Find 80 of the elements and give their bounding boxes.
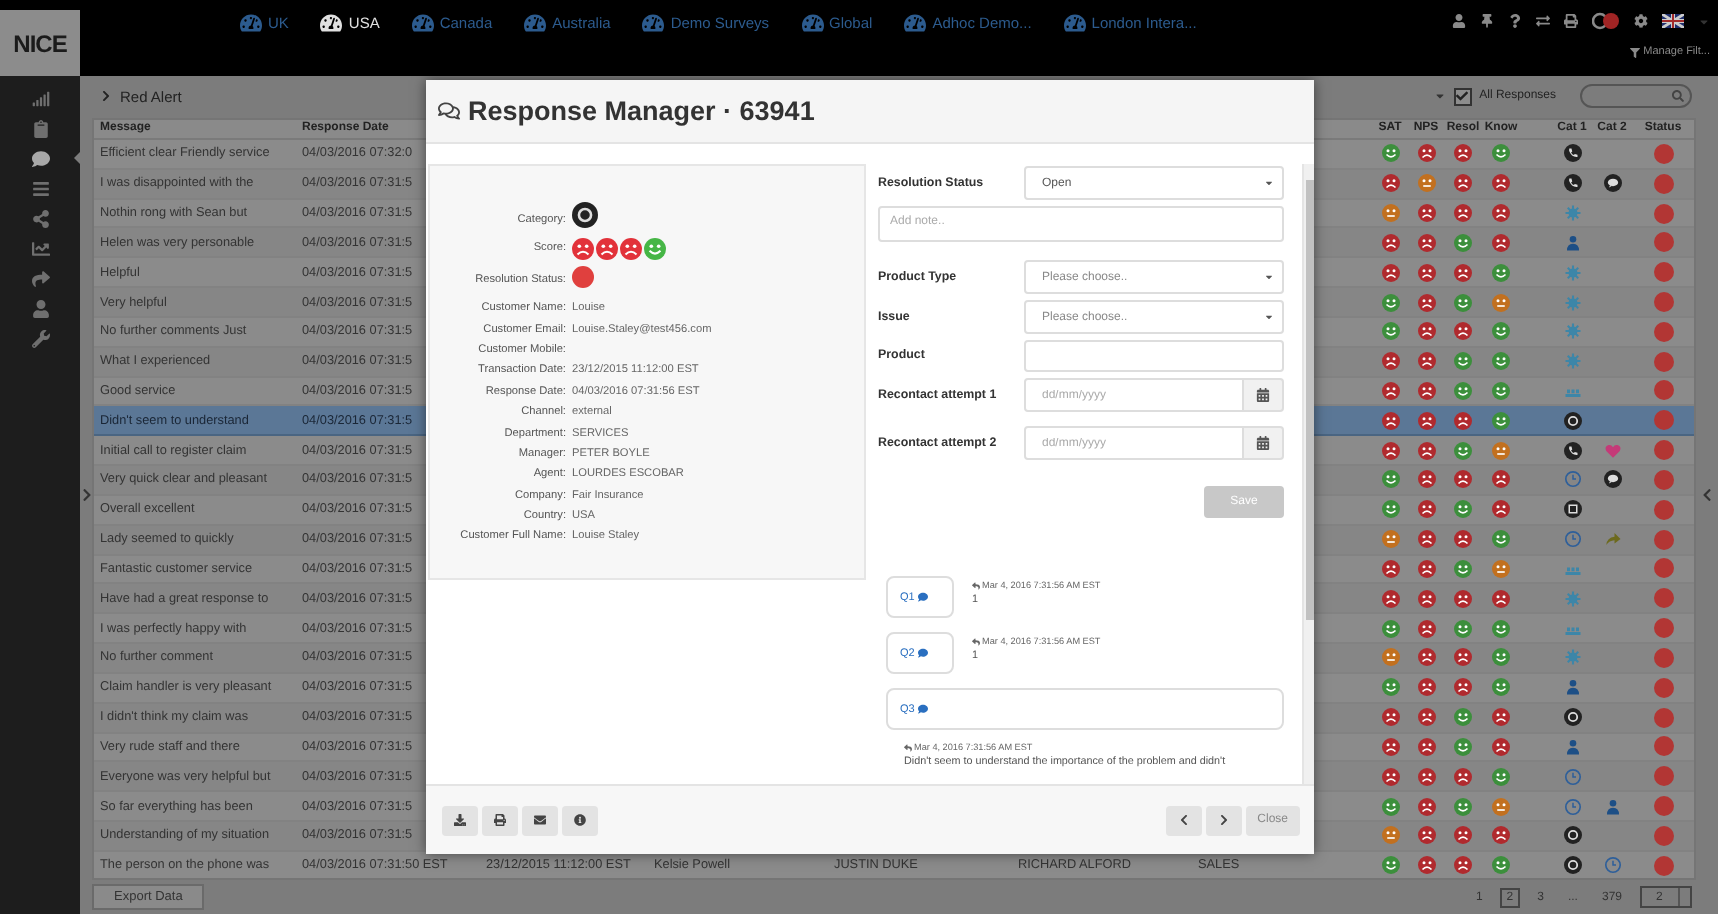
caret-icon — [1264, 178, 1274, 188]
chevron-icon[interactable] — [100, 90, 112, 103]
caret-icon — [1264, 312, 1274, 322]
calendar-icon — [1256, 436, 1270, 450]
print-icon[interactable] — [1564, 14, 1578, 28]
status-dot — [1653, 351, 1673, 372]
gauge-icon — [1063, 12, 1086, 34]
status-dot — [1653, 203, 1673, 224]
reply-icon — [972, 637, 980, 645]
calendar-button[interactable] — [1244, 426, 1284, 460]
gauge-icon — [904, 12, 927, 34]
flag-icon[interactable] — [1662, 14, 1684, 28]
status-dot — [1653, 499, 1673, 520]
status-dot — [1653, 855, 1673, 876]
info-button[interactable] — [562, 805, 598, 835]
status-dot — [1653, 440, 1673, 461]
checkbox[interactable] — [1453, 87, 1472, 106]
caret-icon — [1264, 272, 1274, 282]
download-button[interactable] — [442, 805, 478, 835]
previous-button[interactable] — [1165, 805, 1202, 835]
print-button[interactable] — [482, 805, 518, 835]
scrollbar[interactable] — [1302, 164, 1314, 784]
chevron-right-icon — [1217, 814, 1230, 826]
status-dot — [1653, 677, 1673, 698]
swap-icon[interactable] — [1536, 14, 1550, 28]
comment-icon — [918, 704, 929, 714]
status-dot — [1653, 766, 1673, 787]
dialog-title: Response Manager · 63941 — [468, 96, 815, 126]
status-dot — [1653, 825, 1673, 846]
status-dot — [1653, 173, 1673, 194]
comment-icon — [918, 592, 929, 602]
status-dot — [1653, 618, 1673, 639]
caret-icon[interactable] — [1433, 90, 1446, 103]
status-dot — [1653, 707, 1673, 728]
gauge-icon — [642, 12, 665, 34]
gauge-icon — [524, 12, 547, 34]
status-dot — [1653, 736, 1673, 757]
gauge-icon — [411, 12, 434, 34]
status-dot — [1653, 558, 1673, 579]
input-field[interactable] — [1024, 340, 1284, 372]
search-field[interactable] — [1580, 84, 1692, 109]
expand-chevron-icon[interactable] — [81, 488, 91, 502]
status-dot — [1653, 321, 1673, 342]
comment-icon — [918, 648, 929, 658]
help-icon[interactable] — [1508, 14, 1522, 28]
search-icon — [1672, 90, 1684, 103]
status-dot — [1653, 380, 1673, 401]
gauge-icon — [320, 12, 343, 34]
status-dot — [1653, 647, 1673, 668]
status-dot — [1653, 262, 1673, 283]
collapse-chevron-icon[interactable] — [1702, 488, 1712, 502]
status-dot — [1653, 232, 1673, 253]
status-dot — [1653, 529, 1673, 550]
filter-icon — [1629, 47, 1640, 57]
reply-icon — [904, 743, 912, 751]
gauge-icon — [801, 12, 823, 34]
settings-icon[interactable] — [1634, 14, 1648, 28]
next-button[interactable] — [1205, 805, 1242, 835]
comments-icon — [438, 100, 460, 122]
gauge-icon — [240, 12, 262, 34]
chevron-left-icon — [1177, 814, 1190, 826]
print-icon — [494, 814, 506, 826]
status-dot — [1653, 796, 1673, 817]
calendar-button[interactable] — [1244, 378, 1284, 412]
status-dot — [1653, 588, 1673, 609]
status-dot — [1653, 469, 1673, 490]
reply-icon — [972, 581, 980, 589]
logo: NICE — [0, 10, 80, 76]
notification-icon[interactable] — [1592, 12, 1620, 30]
user-icon[interactable] — [1452, 14, 1466, 28]
envelope-icon — [534, 814, 546, 826]
calendar-icon — [1256, 388, 1270, 402]
info-icon — [574, 814, 586, 826]
status-dot — [1653, 292, 1673, 312]
pin-icon[interactable] — [1480, 14, 1494, 28]
status-dot — [1653, 143, 1673, 164]
status-dot — [1653, 410, 1673, 431]
status-dot — [572, 266, 594, 288]
download-icon — [454, 814, 466, 826]
email-button[interactable] — [522, 805, 558, 835]
